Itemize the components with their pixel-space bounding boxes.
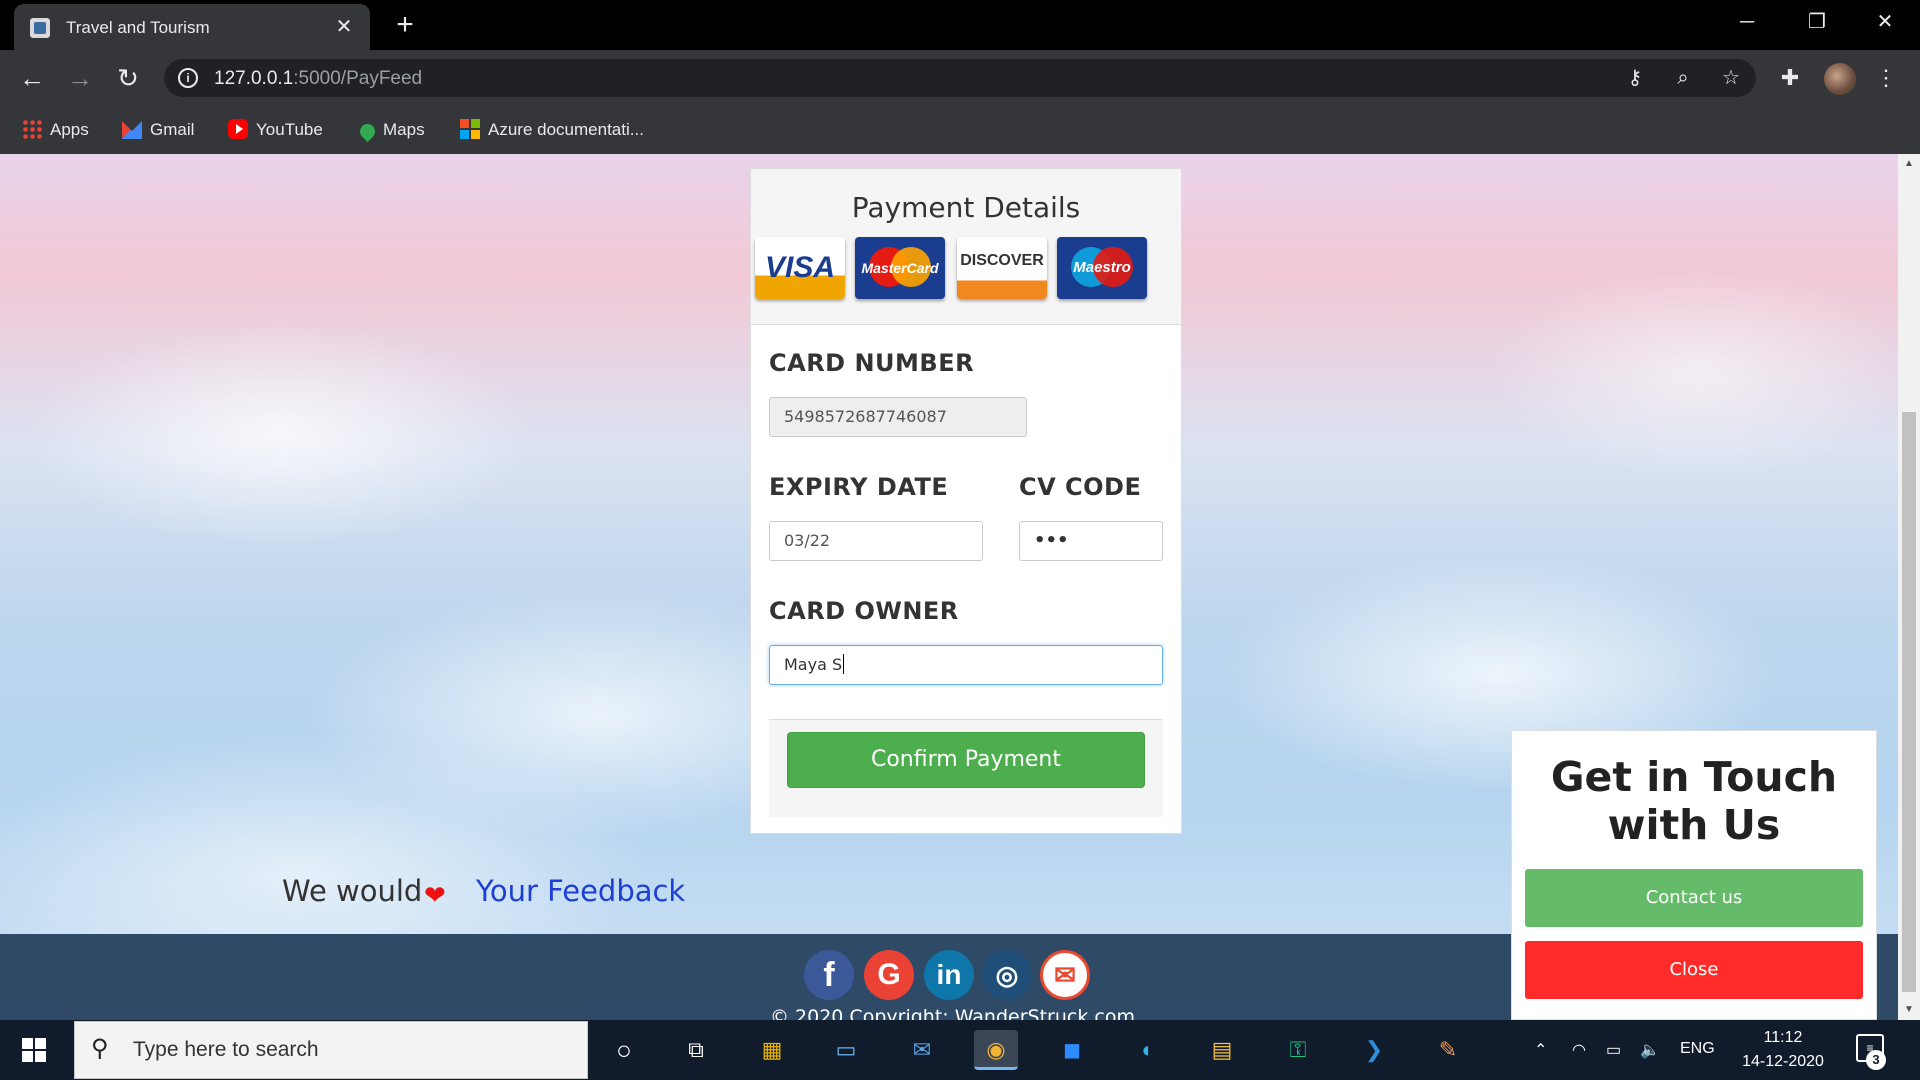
zoom-app-icon[interactable]: ◼	[1050, 1030, 1094, 1070]
bookmark-apps[interactable]: Apps	[22, 118, 89, 142]
cv-code-label: CV CODE	[1019, 473, 1142, 501]
email-icon[interactable]: ✉	[1040, 950, 1090, 1000]
extensions-puzzle-icon[interactable]: ✚	[1774, 62, 1806, 94]
cortana-icon[interactable]: ○	[602, 1030, 646, 1070]
bookmark-gmail[interactable]: Gmail	[122, 118, 194, 142]
mastercard-logo-icon: MasterCard	[855, 237, 945, 299]
windows-start-icon[interactable]	[22, 1038, 46, 1062]
apps-grid-icon	[22, 119, 42, 139]
windows-taskbar: ⚲ Type here to search ○ ⧉ ▦ ▭ ✉ ◉ ◼ ◐ ▤ …	[0, 1020, 1920, 1080]
url-text[interactable]: 127.0.0.1:5000/PayFeed	[214, 68, 422, 90]
scroll-thumb[interactable]	[1902, 412, 1916, 992]
vpn-key-icon[interactable]: ⚿	[1276, 1030, 1320, 1070]
payment-card: Payment Details VISA MasterCard DISCOVER…	[750, 168, 1182, 834]
profile-avatar[interactable]	[1824, 63, 1856, 95]
youtube-icon	[228, 119, 248, 139]
tab-close-icon[interactable]: ✕	[330, 13, 358, 41]
payment-title: Payment Details	[851, 191, 1081, 224]
clock-time: 11:12	[1763, 1029, 1803, 1046]
page-viewport: Payment Details VISA MasterCard DISCOVER…	[0, 154, 1898, 1020]
battery-icon[interactable]: ▭	[1606, 1040, 1621, 1060]
taskbar-clock[interactable]: 11:12 14-12-2020	[1728, 1026, 1838, 1074]
reload-icon[interactable]: ↻	[110, 62, 146, 94]
clock-date: 14-12-2020	[1742, 1053, 1824, 1070]
feedback-link[interactable]: Your Feedback	[476, 874, 685, 908]
cv-code-field[interactable]: •••	[1019, 521, 1163, 561]
search-icon: ⚲	[91, 1035, 109, 1062]
window-close-button[interactable]: ✕	[1862, 6, 1908, 38]
file-explorer-icon[interactable]: ▤	[1200, 1030, 1244, 1070]
confirm-section: Confirm Payment	[769, 719, 1163, 817]
volume-icon[interactable]: 🔈	[1640, 1040, 1660, 1060]
task-view-icon[interactable]: ⧉	[674, 1030, 718, 1070]
maestro-logo-icon: Maestro	[1057, 237, 1147, 299]
minimize-button[interactable]: ─	[1724, 6, 1770, 38]
close-popup-button[interactable]: Close	[1525, 941, 1863, 999]
browser-tab[interactable]: Travel and Tourism ✕	[14, 4, 370, 50]
taskbar-search-box[interactable]: ⚲ Type here to search	[74, 1021, 588, 1079]
scroll-up-icon[interactable]: ▲	[1898, 154, 1920, 174]
password-key-icon[interactable]: ⚷	[1622, 66, 1648, 90]
maps-icon	[356, 120, 379, 143]
new-tab-button[interactable]: +	[388, 8, 422, 42]
zoom-icon[interactable]: ⌕	[1670, 66, 1696, 90]
bookmark-azure[interactable]: Azure documentati...	[460, 118, 644, 142]
card-owner-field[interactable]: Maya S	[769, 645, 1163, 685]
text-caret	[843, 654, 845, 674]
card-number-label: CARD NUMBER	[769, 349, 975, 377]
contact-us-button[interactable]: Contact us	[1525, 869, 1863, 927]
confirm-payment-button[interactable]: Confirm Payment	[787, 732, 1145, 788]
gmail-icon	[122, 121, 142, 139]
back-arrow-icon[interactable]: ←	[14, 62, 50, 94]
vscode-icon[interactable]: ❯	[1352, 1030, 1396, 1070]
forward-arrow-icon[interactable]: →	[62, 62, 98, 94]
browser-tab-bar: Travel and Tourism ✕ + ─ ❐ ✕	[0, 0, 1920, 50]
visa-logo-icon: VISA	[755, 237, 845, 299]
store-icon[interactable]: ▦	[750, 1030, 794, 1070]
expiry-date-label: EXPIRY DATE	[769, 473, 949, 501]
site-favicon-icon	[30, 18, 50, 38]
menu-kebab-icon[interactable]: ⋮	[1870, 62, 1902, 94]
mail-app-icon[interactable]: ✉	[900, 1030, 944, 1070]
card-owner-label: CARD OWNER	[769, 597, 959, 625]
get-in-touch-popup: Get in Touch with Us Contact us Close	[1511, 730, 1877, 1020]
facebook-icon[interactable]: f	[804, 950, 854, 1000]
heart-icon: ❤	[424, 880, 446, 910]
bookmarks-bar: Apps Gmail YouTube Maps Azure documentat…	[0, 106, 1920, 154]
paint-icon[interactable]: ✎	[1426, 1030, 1470, 1070]
restore-button[interactable]: ❐	[1794, 6, 1840, 38]
expiry-date-field[interactable]: 03/22	[769, 521, 983, 561]
discover-logo-icon: DISCOVER	[957, 237, 1047, 299]
site-info-icon[interactable]: i	[178, 68, 198, 88]
page-scrollbar[interactable]: ▲ ▼	[1898, 154, 1920, 1020]
address-bar[interactable]: i 127.0.0.1:5000/PayFeed ⚷ ⌕ ☆	[164, 59, 1756, 97]
wifi-icon[interactable]: ◠	[1572, 1040, 1586, 1060]
taskbar-search-placeholder: Type here to search	[133, 1038, 319, 1061]
copyright-text: © 2020 Copyright: WanderStruck.com	[770, 1006, 1135, 1020]
bookmark-youtube[interactable]: YouTube	[228, 118, 323, 142]
microsoft-icon	[460, 119, 480, 139]
card-number-field[interactable]: 5498572687746087	[769, 397, 1027, 437]
bookmark-maps[interactable]: Maps	[356, 118, 425, 143]
edge-icon[interactable]: ◐	[1126, 1030, 1170, 1070]
get-in-touch-title: Get in Touch with Us	[1550, 753, 1838, 849]
feedback-text: We would	[282, 874, 423, 908]
computer-icon[interactable]: ▭	[824, 1030, 868, 1070]
linkedin-icon[interactable]: in	[924, 950, 974, 1000]
tray-expand-icon[interactable]: ⌃	[1534, 1040, 1547, 1060]
google-icon[interactable]: G	[864, 950, 914, 1000]
chrome-taskbar-icon[interactable]: ◉	[974, 1030, 1018, 1070]
language-indicator[interactable]: ENG	[1680, 1040, 1715, 1058]
browser-toolbar: ← → ↻ i 127.0.0.1:5000/PayFeed ⚷ ⌕ ☆ ✚ ⋮	[0, 50, 1920, 106]
notification-count-badge: 3	[1866, 1050, 1886, 1070]
tab-title: Travel and Tourism	[66, 18, 210, 37]
instagram-icon[interactable]: ◎	[982, 950, 1032, 1000]
scroll-down-icon[interactable]: ▼	[1898, 1000, 1920, 1020]
payment-header: Payment Details VISA MasterCard DISCOVER…	[751, 169, 1181, 325]
bookmark-star-icon[interactable]: ☆	[1718, 66, 1744, 90]
